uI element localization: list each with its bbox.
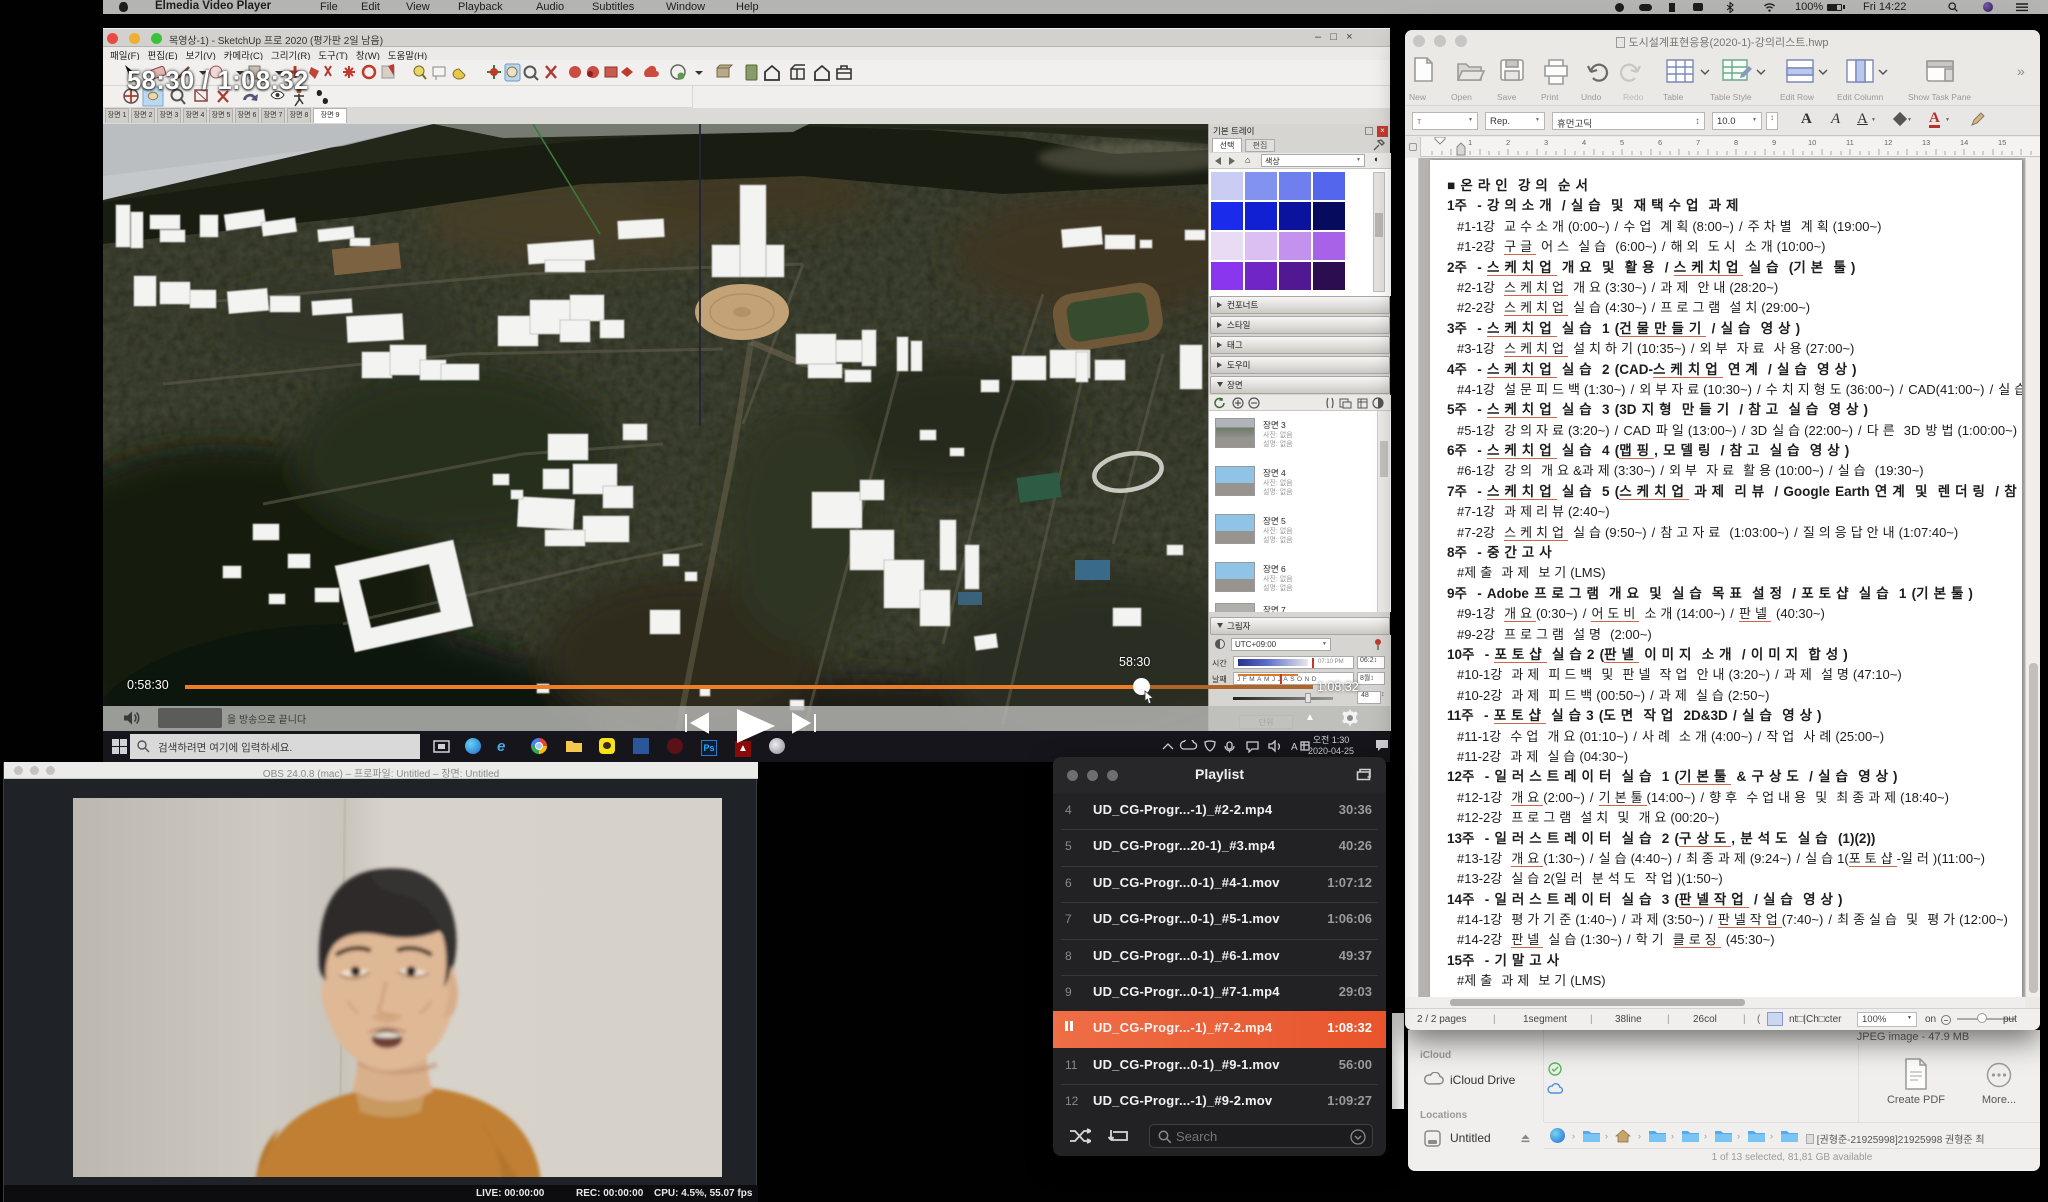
svg-text:»: » <box>2017 63 2025 79</box>
svg-text:8: 8 <box>1734 138 1738 147</box>
svg-text:9: 9 <box>1772 138 1776 147</box>
svg-text:14: 14 <box>1960 138 1968 147</box>
svg-text:15: 15 <box>1998 138 2006 147</box>
svg-text:11: 11 <box>1846 138 1854 147</box>
svg-text:10: 10 <box>1808 138 1816 147</box>
svg-text:3: 3 <box>1544 138 1548 147</box>
svg-text:6: 6 <box>1658 138 1662 147</box>
svg-text:12: 12 <box>1884 138 1892 147</box>
svg-text:13: 13 <box>1922 138 1930 147</box>
svg-text:4: 4 <box>1582 138 1586 147</box>
svg-text:7: 7 <box>1696 138 1700 147</box>
svg-text:2: 2 <box>1506 138 1510 147</box>
svg-text:A: A <box>1291 742 1298 753</box>
svg-text:1: 1 <box>1468 138 1472 147</box>
svg-text:5: 5 <box>1620 138 1624 147</box>
